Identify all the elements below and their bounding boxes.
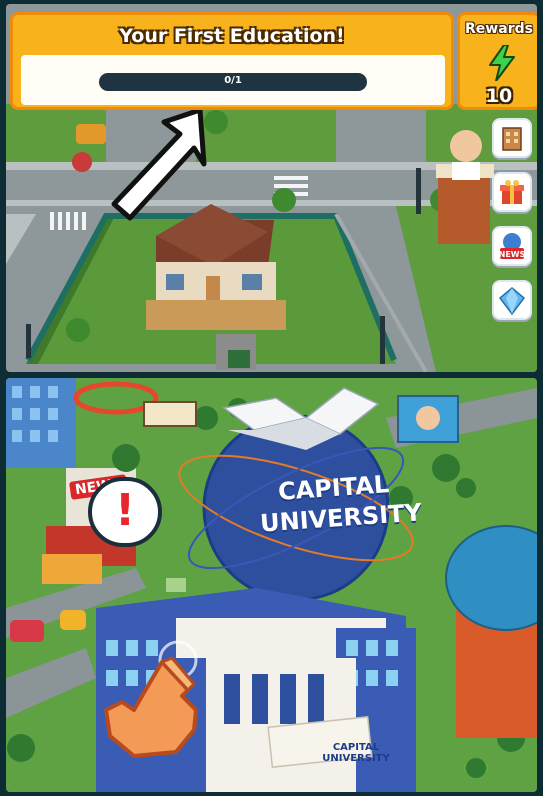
alert-speech-bubble[interactable]: ! <box>88 477 162 547</box>
university-scene[interactable]: CAPITAL UNIVERSITY NEWS <box>6 378 537 792</box>
rewards-count: 10 <box>485 85 513 107</box>
diamond-icon <box>498 287 526 316</box>
exclamation-icon: ! <box>114 485 136 536</box>
news-button-label: NEWS <box>498 250 526 259</box>
quest-title: Your First Education! <box>119 25 345 47</box>
building-icon <box>502 127 522 151</box>
lightning-bolt-icon <box>489 45 515 81</box>
gift-menu-button[interactable] <box>492 172 532 212</box>
university-scene-art <box>6 378 537 792</box>
rewards-label: Rewards <box>465 21 533 37</box>
screenshot-frame: Your First Education! 0/1 Rewards 10 NEW… <box>0 0 543 796</box>
building-menu-button[interactable] <box>492 118 532 158</box>
quest-progress-text: 0/1 <box>224 75 242 86</box>
diamond-menu-button[interactable] <box>492 280 532 320</box>
quest-banner[interactable]: Your First Education! 0/1 <box>10 12 454 110</box>
quest-progress-bar: 0/1 <box>99 73 367 91</box>
rewards-button[interactable]: Rewards 10 <box>457 12 537 110</box>
sign-line1: CAPITAL <box>332 742 380 753</box>
quest-body: 0/1 <box>21 55 445 105</box>
sign-line2: UNIVERSITY <box>322 753 390 764</box>
university-entrance-sign: CAPITAL UNIVERSITY <box>296 742 416 764</box>
gift-icon <box>500 180 524 204</box>
news-menu-button[interactable]: NEWS <box>492 226 532 266</box>
pointer-arrow-icon <box>111 107 207 221</box>
city-map-view[interactable]: Your First Education! 0/1 Rewards 10 NEW… <box>6 4 537 372</box>
tap-hand-icon <box>104 640 198 758</box>
